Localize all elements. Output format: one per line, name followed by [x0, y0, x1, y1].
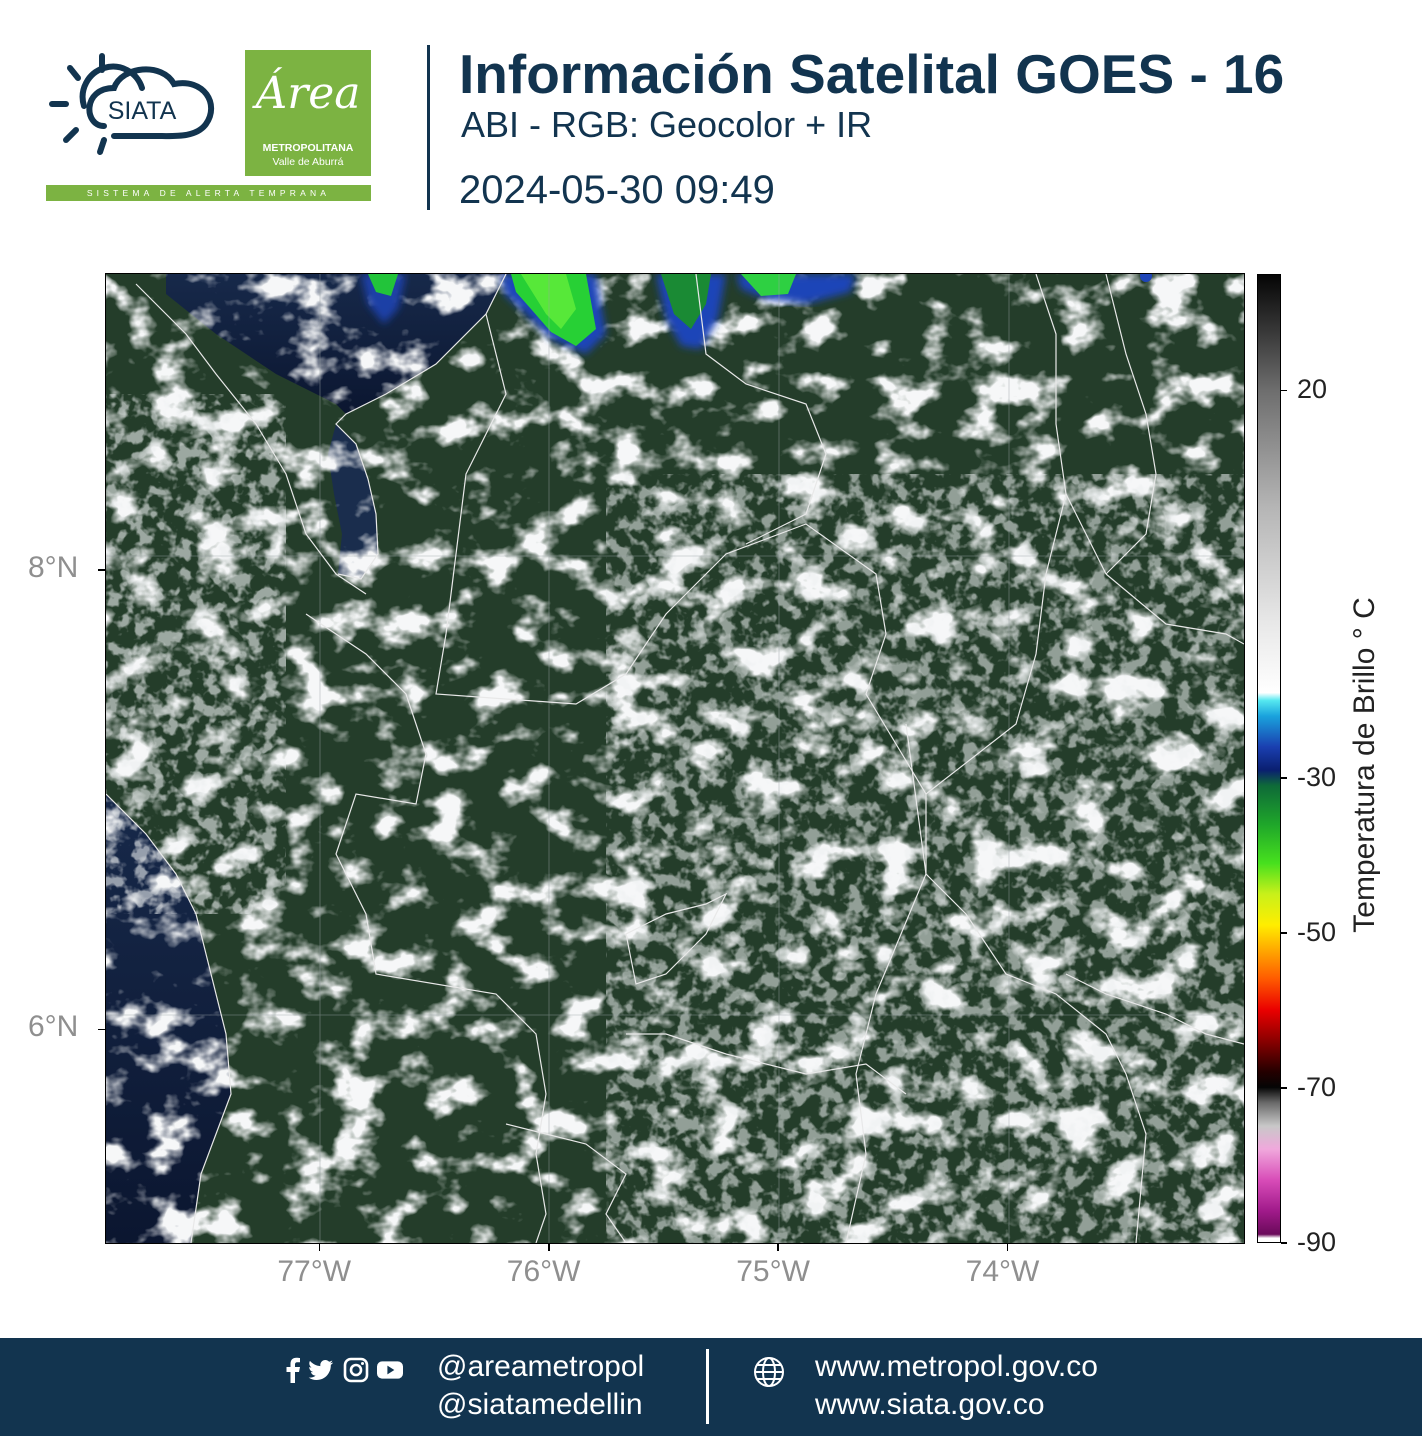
lat-tick-label: 6°N [28, 1010, 79, 1044]
lon-tick-label: 76°W [506, 1255, 581, 1288]
siata-tagline: SISTEMA DE ALERTA TEMPRANA [46, 185, 371, 201]
siata-logo: SIATA [49, 53, 214, 155]
cloud-layer-fine [606, 474, 1244, 1243]
footer-bar [0, 1338, 1422, 1436]
colorbar-title: Temperatura de Brillo ° C [1348, 597, 1381, 933]
lon-tick-mark [777, 1243, 779, 1251]
globe-icon [754, 1357, 784, 1387]
colorbar-tick-mark [1281, 389, 1287, 392]
area-script-text: Área [255, 68, 361, 119]
colorbar-tick-label: -90 [1297, 1227, 1337, 1257]
facebook-icon[interactable] [280, 1357, 306, 1383]
colorbar-tick-label: 20 [1297, 374, 1328, 405]
footer-url-siata[interactable]: www.siata.gov.co [815, 1388, 1045, 1422]
header-divider [427, 45, 430, 210]
colorbar-tick-label: -30 [1297, 761, 1337, 792]
colorbar-tick-mark [1281, 1242, 1287, 1244]
area-metropolitana-logo: Área METROPOLITANA Valle de Aburrá [245, 50, 371, 176]
colorbar-tick-mark [1281, 932, 1287, 934]
cloud-layer-west [106, 394, 286, 914]
lat-tick-mark [98, 569, 106, 571]
lon-tick-mark [548, 1243, 550, 1251]
area-logo-line1: METROPOLITANA [262, 142, 354, 154]
colorbar [1257, 274, 1281, 1243]
lon-tick-label: 77°W [277, 1255, 352, 1288]
instagram-icon[interactable] [343, 1357, 369, 1383]
youtube-icon[interactable] [377, 1357, 403, 1383]
footer-url-metropol[interactable]: www.metropol.gov.co [815, 1350, 1098, 1384]
footer-divider [706, 1349, 709, 1424]
siata-wordmark: SIATA [108, 97, 177, 125]
twitter-icon[interactable] [308, 1357, 334, 1383]
lon-tick-label: 75°W [736, 1255, 810, 1288]
page-title: Información Satelital GOES - 16 [459, 43, 1285, 105]
footer-handle-areametropol[interactable]: @areametropol [437, 1350, 644, 1384]
satellite-map [106, 274, 1244, 1243]
colorbar-tick-mark [1281, 1087, 1287, 1089]
image-timestamp: 2024-05-30 09:49 [459, 168, 775, 212]
colorbar-tick-label: -70 [1297, 1071, 1337, 1102]
colorbar-tick-mark [1281, 777, 1287, 779]
lat-tick-label: 8°N [28, 551, 79, 585]
lon-tick-mark [318, 1243, 321, 1251]
lon-tick-mark [1006, 1243, 1009, 1251]
footer-handle-siatamedellin[interactable]: @siatamedellin [437, 1388, 643, 1422]
area-logo-line2: Valle de Aburrá [272, 156, 344, 168]
page-subtitle: ABI - RGB: Geocolor + IR [461, 104, 873, 145]
lat-tick-mark [98, 1028, 106, 1031]
colorbar-tick-label: -50 [1297, 916, 1337, 947]
lon-tick-label: 74°W [965, 1255, 1040, 1288]
